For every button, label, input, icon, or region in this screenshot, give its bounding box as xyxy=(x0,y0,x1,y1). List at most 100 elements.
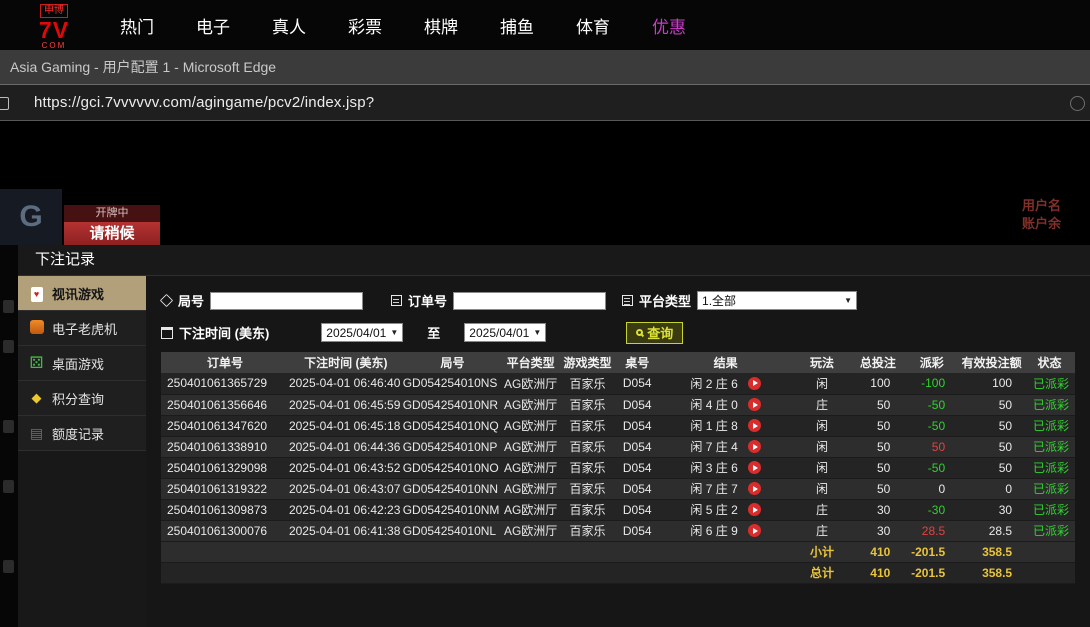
bet-time-label: 下注时间 (美东) xyxy=(179,323,269,342)
grand_total-cell-round xyxy=(403,562,503,583)
cell-round: GD054254010NN xyxy=(403,478,503,499)
browser-action-icon[interactable] xyxy=(1070,96,1085,111)
url-text[interactable]: https://gci.7vvvvvv.com/agingame/pcv2/in… xyxy=(34,94,374,111)
cell-game: 百家乐 xyxy=(559,499,616,520)
cell-valid: 50 xyxy=(959,436,1024,457)
cell-order: 250401061300076 xyxy=(161,520,289,541)
lock-icon xyxy=(0,97,9,110)
column-header: 状态 xyxy=(1024,352,1075,373)
document-icon xyxy=(391,295,402,306)
cell-status: 已派彩 xyxy=(1024,415,1075,436)
cell-table: D054 xyxy=(616,436,659,457)
subtotal-cell-round xyxy=(403,541,503,562)
cell-time: 2025-04-01 06:43:52 xyxy=(289,457,403,478)
cell-status: 已派彩 xyxy=(1024,394,1075,415)
search-icon xyxy=(636,329,643,336)
site-logo[interactable]: 申博 7V COM xyxy=(22,1,86,50)
tag-icon xyxy=(160,294,173,307)
column-header: 订单号 xyxy=(161,352,289,373)
cell-valid: 30 xyxy=(959,499,1024,520)
replay-icon[interactable] xyxy=(748,377,761,390)
table-row: 2504010613476202025-04-01 06:45:18GD0542… xyxy=(161,415,1075,436)
replay-icon[interactable] xyxy=(748,398,761,411)
nav-item[interactable]: 棋牌 xyxy=(424,13,458,38)
search-button[interactable]: 查询 xyxy=(626,322,683,344)
subtotal-cell-valid: 358.5 xyxy=(959,541,1024,562)
table-row: 2504010613389102025-04-01 06:44:36GD0542… xyxy=(161,436,1075,457)
cell-result: 闲 4 庄 0 xyxy=(659,394,793,415)
replay-icon[interactable] xyxy=(748,503,761,516)
sidebar-item-label: 积分查询 xyxy=(52,389,104,408)
grand_total-cell-result xyxy=(659,562,793,583)
cell-play: 闲 xyxy=(793,478,852,499)
top-nav: 申博 7V COM 热门 电子 真人 彩票 棋牌 捕鱼 体育 优惠 xyxy=(0,0,1090,50)
cell-bet: 50 xyxy=(852,457,905,478)
sidebar-item[interactable]: 积分查询 xyxy=(18,381,146,416)
round-input[interactable] xyxy=(210,292,363,310)
order-filter: 订单号 xyxy=(391,291,606,310)
caret-down-icon: ▼ xyxy=(390,328,398,337)
logo-sub: COM xyxy=(22,42,86,50)
cell-time: 2025-04-01 06:43:07 xyxy=(289,478,403,499)
replay-icon[interactable] xyxy=(748,419,761,432)
grand_total-cell-valid: 358.5 xyxy=(959,562,1024,583)
cell-time: 2025-04-01 06:46:40 xyxy=(289,373,403,394)
subtotal-cell-platform xyxy=(502,541,559,562)
window-titlebar: Asia Gaming - 用户配置 1 - Microsoft Edge xyxy=(0,50,1090,84)
nav-item[interactable]: 优惠 xyxy=(652,13,686,38)
table-row: 2504010613098732025-04-01 06:42:23GD0542… xyxy=(161,499,1075,520)
nav-item[interactable]: 捕鱼 xyxy=(500,13,534,38)
replay-icon[interactable] xyxy=(748,440,761,453)
cell-round: GD054254010NR xyxy=(403,394,503,415)
date-to-value: 2025/04/01 xyxy=(469,326,529,340)
replay-icon[interactable] xyxy=(748,524,761,537)
date-from-value: 2025/04/01 xyxy=(326,326,386,340)
dice-icon xyxy=(30,355,44,372)
cell-bet: 50 xyxy=(852,478,905,499)
nav-item[interactable]: 热门 xyxy=(120,13,154,38)
subtotal-cell-table xyxy=(616,541,659,562)
replay-icon[interactable] xyxy=(748,461,761,474)
nav-item[interactable]: 彩票 xyxy=(348,13,382,38)
sidebar-item[interactable]: 额度记录 xyxy=(18,416,146,451)
nav-item[interactable]: 电子 xyxy=(196,13,230,38)
dealing-status: 开牌中 xyxy=(64,205,160,222)
cell-time: 2025-04-01 06:45:18 xyxy=(289,415,403,436)
table-row: 2504010613290982025-04-01 06:43:52GD0542… xyxy=(161,457,1075,478)
address-bar[interactable]: https://gci.7vvvvvv.com/agingame/pcv2/in… xyxy=(0,84,1090,121)
cell-valid: 50 xyxy=(959,457,1024,478)
sidebar-item[interactable]: 视讯游戏 xyxy=(18,276,146,311)
cell-order: 250401061347620 xyxy=(161,415,289,436)
result-text: 闲 2 庄 6 xyxy=(690,377,737,391)
cell-result: 闲 7 庄 4 xyxy=(659,436,793,457)
grand_total-cell-game xyxy=(559,562,616,583)
cell-play: 闲 xyxy=(793,415,852,436)
nav-item[interactable]: 真人 xyxy=(272,13,306,38)
replay-icon[interactable] xyxy=(748,482,761,495)
panel-sidebar: 视讯游戏电子老虎机桌面游戏积分查询额度记录 xyxy=(18,275,146,627)
date-from-select[interactable]: 2025/04/01 ▼ xyxy=(321,323,403,342)
cell-time: 2025-04-01 06:44:36 xyxy=(289,436,403,457)
cell-platform: AG欧洲厅 xyxy=(502,499,559,520)
to-label: 至 xyxy=(427,323,440,342)
cell-bet: 50 xyxy=(852,436,905,457)
cell-order: 250401061365729 xyxy=(161,373,289,394)
search-button-label: 查询 xyxy=(647,323,673,342)
filters: 局号 订单号 平台类型 1.全部 xyxy=(161,276,1090,345)
platform-select[interactable]: 1.全部 ▼ xyxy=(697,291,857,310)
column-header: 总投注 xyxy=(852,352,905,373)
caret-down-icon: ▼ xyxy=(844,296,852,305)
sidebar-item-label: 额度记录 xyxy=(52,424,104,443)
cell-bet: 30 xyxy=(852,499,905,520)
order-input[interactable] xyxy=(453,292,606,310)
cell-payout: 0 xyxy=(904,478,959,499)
nav-item[interactable]: 体育 xyxy=(576,13,610,38)
subtotal-cell-result xyxy=(659,541,793,562)
date-to-select[interactable]: 2025/04/01 ▼ xyxy=(464,323,546,342)
left-edge-partial-icon xyxy=(3,480,14,493)
sidebar-item[interactable]: 电子老虎机 xyxy=(18,311,146,346)
sidebar-item[interactable]: 桌面游戏 xyxy=(18,346,146,381)
grand_total-cell-bet: 410 xyxy=(852,562,905,583)
window-title: Asia Gaming - 用户配置 1 - Microsoft Edge xyxy=(10,59,276,75)
sidebar-item-label: 电子老虎机 xyxy=(52,319,117,338)
